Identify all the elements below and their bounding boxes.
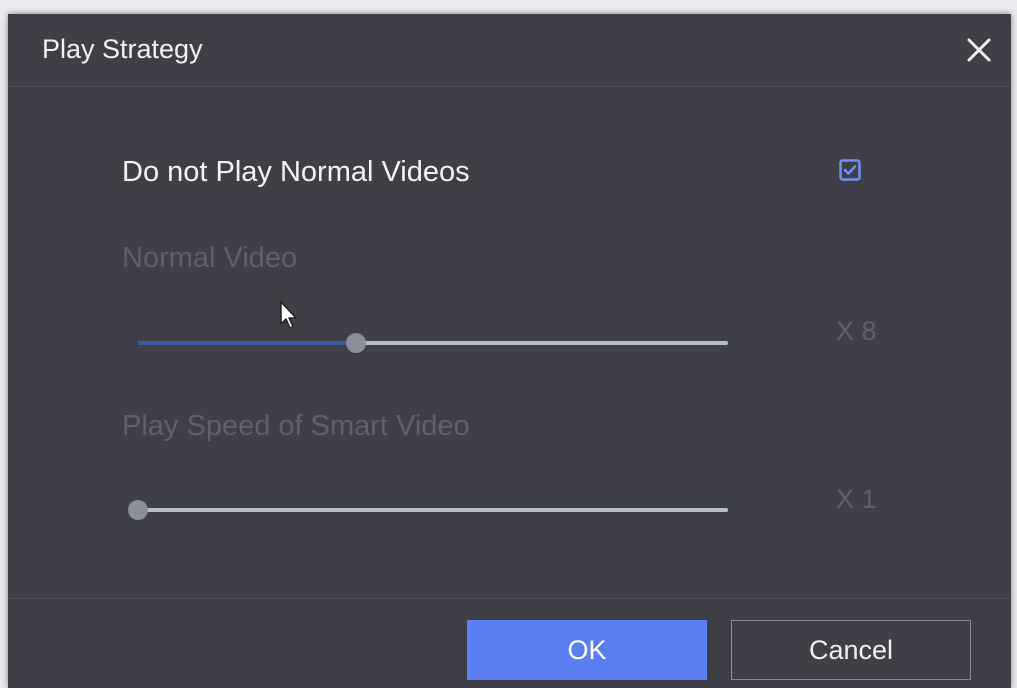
slider-handle[interactable] <box>346 333 367 353</box>
close-icon <box>967 38 991 62</box>
smart-video-speed-slider[interactable] <box>128 498 728 522</box>
normal-video-speed-slider[interactable] <box>138 331 728 355</box>
footer-divider <box>8 598 1011 599</box>
do-not-play-normal-videos-label: Do not Play Normal Videos <box>122 156 470 188</box>
mouse-pointer-icon <box>280 301 297 329</box>
play-strategy-dialog: Play Strategy Do not Play Normal Videos … <box>8 14 1011 688</box>
slider-fill <box>138 341 357 345</box>
checkbox-checked-icon <box>839 159 861 181</box>
do-not-play-normal-videos-checkbox[interactable] <box>839 159 861 181</box>
dialog-titlebar: Play Strategy <box>8 14 1011 87</box>
smart-video-speed-value: X 1 <box>836 484 877 514</box>
ok-button[interactable]: OK <box>467 620 707 680</box>
close-button[interactable] <box>961 32 997 68</box>
slider-handle[interactable] <box>128 500 148 520</box>
normal-video-label: Normal Video <box>122 242 298 274</box>
smart-video-speed-label: Play Speed of Smart Video <box>122 410 470 442</box>
normal-video-speed-value: X 8 <box>836 316 877 346</box>
dialog-title: Play Strategy <box>42 34 203 64</box>
slider-track <box>138 508 728 512</box>
cancel-button[interactable]: Cancel <box>731 620 971 680</box>
